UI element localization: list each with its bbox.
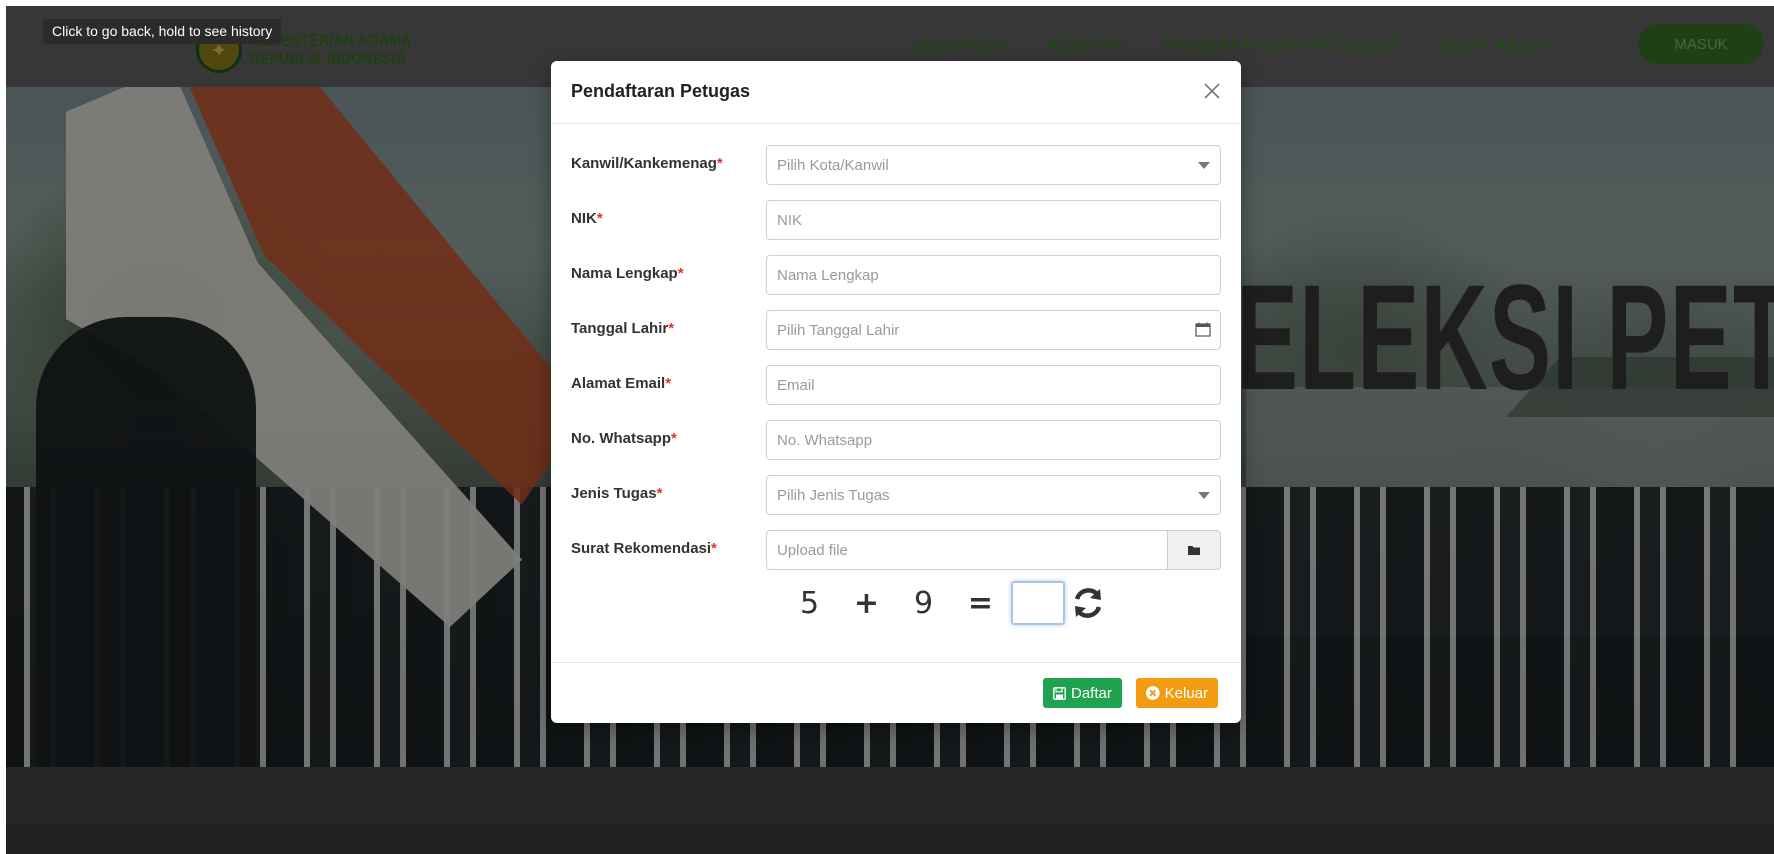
nik-label: NIK* — [571, 210, 603, 227]
times-circle-icon — [1146, 686, 1160, 700]
required-mark: * — [671, 430, 677, 447]
required-mark: * — [668, 320, 675, 337]
form-row-jenis-tugas: Jenis Tugas* Pilih Jenis Tugas — [571, 475, 1221, 515]
caret-down-icon — [1198, 492, 1210, 499]
form-row-whatsapp: No. Whatsapp* — [571, 420, 1221, 460]
tanggal-label: Tanggal Lahir* — [571, 320, 674, 337]
captcha-number-a: 5 — [799, 585, 820, 621]
registration-modal: Pendaftaran Petugas Kanwil/Kankemenag* P… — [551, 61, 1241, 723]
tanggal-lahir-input[interactable] — [766, 310, 1221, 350]
calendar-icon[interactable] — [1195, 322, 1211, 337]
daftar-button[interactable]: Daftar — [1043, 678, 1122, 708]
nama-label-text: Nama Lengkap — [571, 265, 678, 282]
whatsapp-input[interactable] — [766, 420, 1221, 460]
jenis-tugas-placeholder: Pilih Jenis Tugas — [777, 487, 890, 504]
browser-viewport: ✦ KEMENTERIAN AGAMA REPUBLIK INDONESIA B… — [6, 6, 1774, 854]
tanggal-label-text: Tanggal Lahir — [571, 320, 669, 337]
folder-icon — [1188, 546, 1200, 555]
form-row-nama: Nama Lengkap* — [571, 255, 1221, 295]
captcha-answer-input[interactable] — [1011, 581, 1065, 625]
nama-lengkap-input[interactable] — [766, 255, 1221, 295]
form-row-kanwil: Kanwil/Kankemenag* Pilih Kota/Kanwil — [571, 145, 1221, 185]
email-label-text: Alamat Email — [571, 375, 666, 392]
email-input[interactable] — [766, 365, 1221, 405]
required-mark: * — [665, 375, 672, 392]
surat-label-text: Surat Rekomendasi — [571, 540, 712, 557]
kanwil-label: Kanwil/Kankemenag* — [571, 155, 723, 172]
form-row-tanggal: Tanggal Lahir* — [571, 310, 1221, 350]
required-mark: * — [596, 210, 603, 227]
required-mark: * — [656, 485, 663, 502]
jenis-tugas-select[interactable]: Pilih Jenis Tugas — [766, 475, 1221, 515]
nama-label: Nama Lengkap* — [571, 265, 684, 282]
captcha-operator: + — [853, 585, 880, 621]
upload-file-input[interactable] — [766, 530, 1168, 570]
form-row-surat: Surat Rekomendasi* — [571, 530, 1221, 570]
browse-file-button[interactable] — [1167, 530, 1221, 570]
kanwil-label-text: Kanwil/Kankemenag — [571, 155, 717, 172]
keluar-label: Keluar — [1164, 684, 1208, 702]
surat-label: Surat Rekomendasi* — [571, 540, 717, 557]
required-mark: * — [716, 155, 723, 172]
form-row-email: Alamat Email* — [571, 365, 1221, 405]
required-mark: * — [677, 265, 684, 282]
captcha-equals: = — [967, 585, 994, 621]
modal-header: Pendaftaran Petugas — [551, 61, 1241, 124]
jenis-tugas-label: Jenis Tugas* — [571, 485, 662, 502]
daftar-label: Daftar — [1071, 684, 1112, 702]
captcha: 5 + 9 = — [781, 580, 1105, 626]
kanwil-select-placeholder: Pilih Kota/Kanwil — [777, 157, 889, 174]
nik-input[interactable] — [766, 200, 1221, 240]
close-icon[interactable] — [1200, 79, 1224, 103]
captcha-number-b: 9 — [913, 585, 934, 621]
form-row-nik: NIK* — [571, 200, 1221, 240]
required-mark: * — [711, 540, 717, 557]
modal-title: Pendaftaran Petugas — [571, 81, 751, 101]
keluar-button[interactable]: Keluar — [1136, 678, 1218, 708]
nik-label-text: NIK — [571, 210, 597, 227]
email-label: Alamat Email* — [571, 375, 671, 392]
modal-footer: Daftar Keluar — [551, 662, 1241, 723]
jenis-tugas-label-text: Jenis Tugas — [571, 485, 657, 502]
caret-down-icon — [1198, 162, 1210, 169]
refresh-icon[interactable] — [1071, 586, 1105, 620]
whatsapp-label-text: No. Whatsapp — [571, 430, 671, 447]
whatsapp-label: No. Whatsapp* — [571, 430, 677, 447]
back-button-tooltip: Click to go back, hold to see history — [43, 19, 282, 44]
save-icon — [1053, 686, 1066, 700]
kanwil-select[interactable]: Pilih Kota/Kanwil — [766, 145, 1221, 185]
